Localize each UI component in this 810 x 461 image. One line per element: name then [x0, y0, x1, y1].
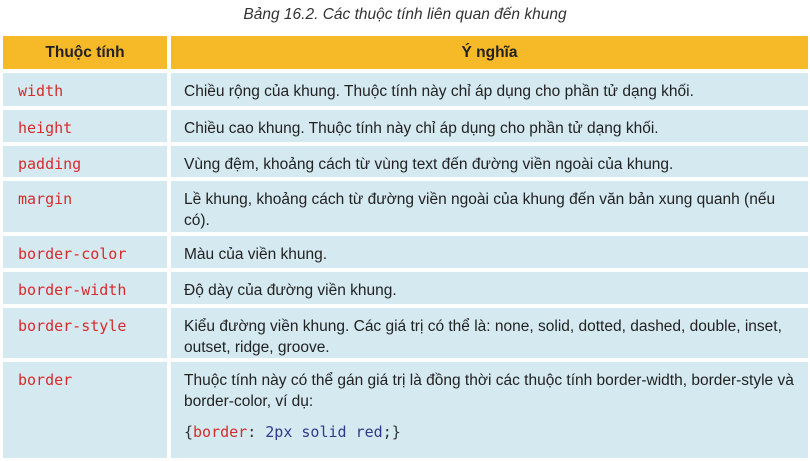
header-property: Thuộc tính	[3, 36, 167, 69]
table-row: border Thuộc tính này có thể gán giá trị…	[3, 362, 808, 458]
table-row: height Chiều cao khung. Thuộc tính này c…	[3, 110, 808, 142]
border-description: Thuộc tính này có thể gán giá trị là đồn…	[184, 372, 794, 410]
meaning-cell: Lề khung, khoảng cách từ đường viền ngoà…	[171, 181, 808, 232]
property-cell: border	[3, 362, 167, 458]
meaning-cell: Chiều rộng của khung. Thuộc tính này chỉ…	[171, 73, 808, 106]
property-cell: padding	[3, 146, 167, 177]
code-property: border	[193, 423, 248, 441]
table-row: border-color Màu của viền khung.	[3, 236, 808, 268]
code-close: ;}	[382, 423, 401, 441]
code-open-brace: {	[184, 423, 194, 441]
property-cell: width	[3, 73, 167, 106]
code-value: 2px solid red	[265, 423, 383, 441]
property-cell: margin	[3, 181, 167, 232]
property-cell: border-color	[3, 236, 167, 268]
property-cell: border-style	[3, 308, 167, 358]
table-row: margin Lề khung, khoảng cách từ đường vi…	[3, 181, 808, 232]
code-example: {border: 2px solid red;}	[184, 422, 798, 443]
property-cell: border-width	[3, 272, 167, 304]
meaning-cell: Vùng đệm, khoảng cách từ vùng text đến đ…	[171, 146, 808, 177]
header-meaning: Ý nghĩa	[171, 36, 808, 69]
table-row: width Chiều rộng của khung. Thuộc tính n…	[3, 73, 808, 106]
meaning-cell: Thuộc tính này có thể gán giá trị là đồn…	[171, 362, 808, 458]
meaning-cell: Kiểu đường viền khung. Các giá trị có th…	[171, 308, 808, 358]
table-row: border-width Độ dày của đường viền khung…	[3, 272, 808, 304]
css-box-properties-table: Thuộc tính Ý nghĩa width Chiều rộng của …	[3, 36, 808, 458]
code-colon: :	[247, 423, 257, 441]
property-cell: height	[3, 110, 167, 142]
table-header-row: Thuộc tính Ý nghĩa	[3, 36, 808, 69]
table-row: border-style Kiểu đường viền khung. Các …	[3, 308, 808, 358]
meaning-cell: Màu của viền khung.	[171, 236, 808, 268]
meaning-cell: Chiều cao khung. Thuộc tính này chỉ áp d…	[171, 110, 808, 142]
table-caption: Bảng 16.2. Các thuộc tính liên quan đến …	[243, 6, 567, 23]
table-row: padding Vùng đệm, khoảng cách từ vùng te…	[3, 146, 808, 177]
meaning-cell: Độ dày của đường viền khung.	[171, 272, 808, 304]
